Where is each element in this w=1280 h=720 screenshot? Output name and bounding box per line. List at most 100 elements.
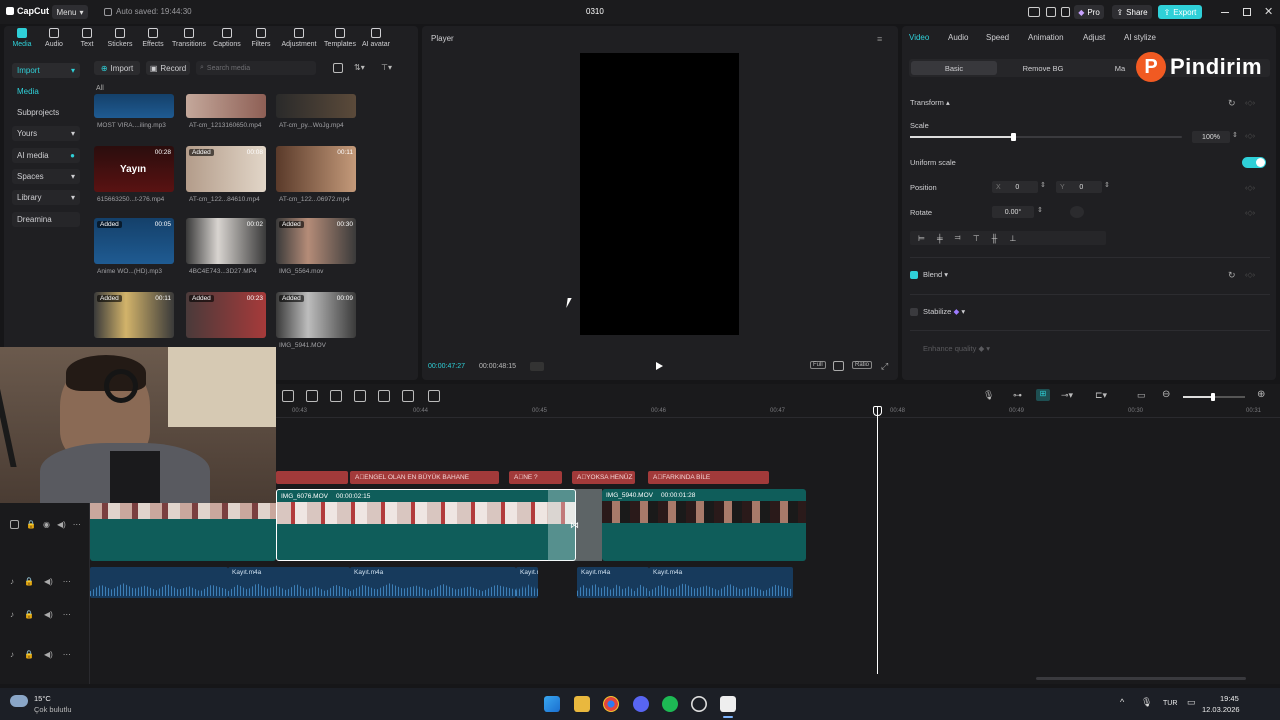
lock-icon[interactable]: 🔒 xyxy=(24,610,34,619)
sidebar-item-dreamina[interactable]: Dreamina xyxy=(12,212,80,227)
caption-clip[interactable] xyxy=(276,471,348,484)
scale-slider-handle[interactable] xyxy=(1011,133,1017,141)
caption-clip[interactable]: A⃞ YOKSA HENÜZ xyxy=(572,471,635,484)
chrome-icon[interactable] xyxy=(603,696,619,712)
audio-clip[interactable]: Kayıt.m4a xyxy=(350,567,516,598)
scale-input[interactable]: 100% xyxy=(1192,131,1230,143)
cover-icon[interactable] xyxy=(10,520,19,529)
media-item[interactable] xyxy=(94,94,174,118)
zoom-slider-handle[interactable] xyxy=(1211,393,1215,401)
preview-icon[interactable]: ▭ xyxy=(1137,390,1146,401)
sidebar-item-ai-media[interactable]: AI media ● xyxy=(12,148,80,163)
subtab-basic[interactable]: Basic xyxy=(911,61,997,75)
video-clip-selected[interactable]: IMG_6076.MOV 00:00:02:15 xyxy=(276,489,576,561)
shortcuts-icon[interactable] xyxy=(1061,7,1070,17)
video-clip-next[interactable]: IMG_5940.MOV 00:00:01:28 xyxy=(602,489,806,561)
audio-track-icon[interactable]: ♪ xyxy=(10,650,14,659)
speaker-icon[interactable]: ◀) xyxy=(44,610,53,619)
tray-chevron-icon[interactable]: ^ xyxy=(1120,697,1124,707)
transition-icon[interactable]: ⋈ xyxy=(570,520,579,531)
audio-clip[interactable]: Kayıt.m4a xyxy=(577,567,649,598)
blend-checkbox[interactable] xyxy=(910,271,918,279)
align-top-icon[interactable]: ⊤ xyxy=(973,234,980,243)
lock-icon[interactable]: 🔒 xyxy=(24,577,34,586)
link-icon[interactable]: ⊶ xyxy=(1013,390,1022,401)
tool-ai-avatar[interactable]: AI avatar xyxy=(356,28,396,48)
start-icon[interactable] xyxy=(544,696,560,712)
tab-audio[interactable]: Audio xyxy=(948,33,968,42)
audio-clip[interactable]: Kayıt.m4a xyxy=(228,567,350,598)
freeze-icon[interactable] xyxy=(354,390,366,402)
more-icon[interactable]: ⋯ xyxy=(63,610,71,619)
tab-animation[interactable]: Animation xyxy=(1028,33,1064,42)
pro-button[interactable]: ◆ Pro xyxy=(1074,5,1104,19)
caption-clip[interactable]: A⃞ ENGEL OLAN EN BÜYÜK BAHANE xyxy=(350,471,499,484)
zoom-slider[interactable] xyxy=(1183,393,1245,401)
weather-icon[interactable] xyxy=(10,695,28,707)
fullscreen-icon[interactable]: ⤢ xyxy=(881,361,888,372)
media-item[interactable] xyxy=(276,94,356,118)
sidebar-item-library[interactable]: Library ▾ xyxy=(12,190,80,205)
align-middle-icon[interactable]: ╫ xyxy=(992,234,998,243)
sidebar-item-media[interactable]: Media xyxy=(12,84,80,99)
record-button[interactable]: ▣ Record xyxy=(146,61,190,75)
uniform-scale-toggle[interactable] xyxy=(1242,157,1266,168)
playhead[interactable] xyxy=(877,406,878,674)
align-left-icon[interactable]: ⊨ xyxy=(918,234,925,243)
playhead-handle[interactable] xyxy=(873,406,882,416)
app-icon[interactable] xyxy=(691,696,707,712)
stabilize-checkbox[interactable] xyxy=(910,308,918,316)
export-button[interactable]: ⇪ Export xyxy=(1158,5,1202,19)
more-icon[interactable]: ⋯ xyxy=(73,520,81,529)
tool-adjustment[interactable]: Adjustment xyxy=(280,28,318,48)
tab-adjust[interactable]: Adjust xyxy=(1083,33,1105,42)
spotify-icon[interactable] xyxy=(662,696,678,712)
stepper-icon[interactable]: ⇕ xyxy=(1232,131,1238,139)
audio-clip[interactable] xyxy=(90,567,228,598)
media-item[interactable]: Added 00:09 xyxy=(276,292,356,338)
align-bottom-icon[interactable]: ⊥ xyxy=(1009,234,1016,243)
discord-icon[interactable] xyxy=(633,696,649,712)
sidebar-item-subprojects[interactable]: Subprojects xyxy=(12,105,80,120)
ai-cut-icon[interactable] xyxy=(428,390,440,402)
reset-icon[interactable]: ↻ xyxy=(1228,98,1236,109)
timecode-icon[interactable] xyxy=(530,362,544,371)
crop-icon[interactable] xyxy=(378,390,390,402)
media-import-button[interactable]: ⊕ Import xyxy=(94,61,140,75)
more-icon[interactable]: ⋯ xyxy=(63,650,71,659)
eye-icon[interactable]: ◉ xyxy=(43,520,50,529)
media-item[interactable]: Added 00:11 xyxy=(94,292,174,338)
layout-icon[interactable] xyxy=(1028,7,1040,17)
caption-clip[interactable]: A⃞ NE ? xyxy=(509,471,562,484)
tool-effects[interactable]: Effects xyxy=(133,28,173,48)
delete-left-icon[interactable] xyxy=(306,390,318,402)
clock-date[interactable]: 12.03.2026 xyxy=(1202,705,1240,714)
align-center-icon[interactable]: ╪ xyxy=(937,234,943,243)
sidebar-item-spaces[interactable]: Spaces ▾ xyxy=(12,169,80,184)
stepper-icon[interactable]: ⇕ xyxy=(1037,206,1043,214)
tab-video[interactable]: Video xyxy=(909,33,929,42)
keyframe-icon[interactable]: ‹◇› xyxy=(1245,209,1255,217)
ratio-button[interactable]: Ratio xyxy=(852,361,873,369)
audio-clip[interactable]: Kayıt.m xyxy=(516,567,538,598)
position-x-input[interactable]: X0 xyxy=(992,181,1038,193)
keyframe-icon[interactable]: ‹◇› xyxy=(1245,271,1255,279)
split-view-icon[interactable]: ⊏▾ xyxy=(1095,390,1107,401)
align-right-icon[interactable]: ⫤ xyxy=(955,233,961,243)
file-explorer-icon[interactable] xyxy=(574,696,590,712)
media-item[interactable] xyxy=(186,94,266,118)
split-icon[interactable] xyxy=(282,390,294,402)
tray-mic-icon[interactable]: 🎙 xyxy=(1141,697,1152,708)
reset-icon[interactable]: ↻ xyxy=(1228,270,1236,281)
view-grid-icon[interactable] xyxy=(333,63,343,73)
timeline-scrollbar[interactable] xyxy=(1036,677,1246,680)
subtab-remove-bg[interactable]: Remove BG xyxy=(1000,61,1086,75)
filter-icon[interactable]: ⊤▾ xyxy=(381,63,392,72)
clock-time[interactable]: 19:45 xyxy=(1220,694,1239,703)
audio-track-icon[interactable]: ♪ xyxy=(10,610,14,619)
lock-icon[interactable]: 🔒 xyxy=(24,650,34,659)
full-button[interactable]: Full xyxy=(810,361,826,369)
rotate-dial-icon[interactable] xyxy=(1070,206,1084,218)
stepper-icon[interactable]: ⇕ xyxy=(1040,181,1046,189)
minimize-icon[interactable] xyxy=(1221,12,1229,13)
